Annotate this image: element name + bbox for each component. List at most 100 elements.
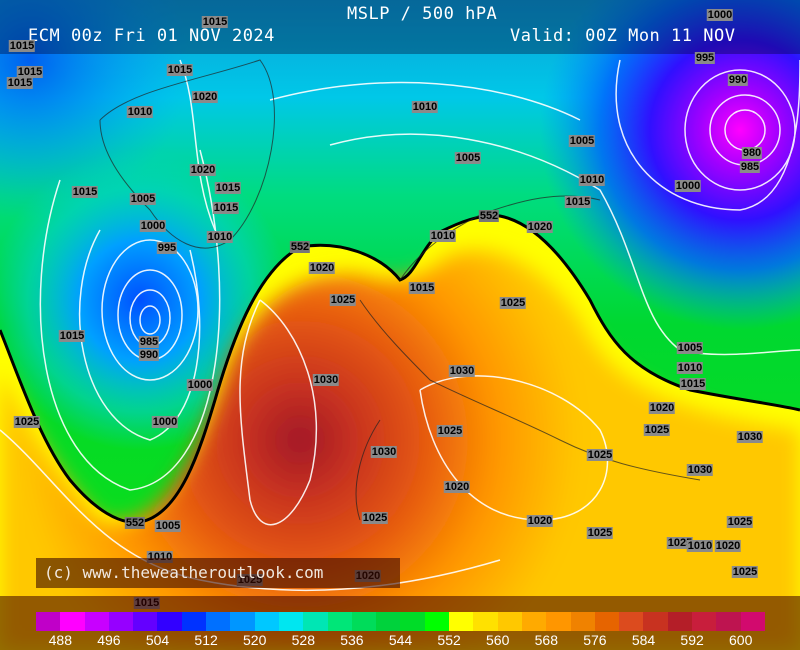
isobar-label: 1000 [186, 379, 214, 391]
isobar-label: 1000 [151, 416, 179, 428]
colorbar-segment [716, 612, 741, 631]
colorbar-segment [619, 612, 644, 631]
colorbar-label: 552 [437, 632, 461, 648]
isobar-label: 1020 [526, 515, 554, 527]
isobar-label: 1025 [586, 527, 614, 539]
colorbar-segment [36, 612, 61, 631]
colorbar-label: 520 [243, 632, 267, 648]
isobar-label: 995 [156, 242, 178, 254]
colorbar-segment [157, 612, 182, 631]
colorbar-segment [570, 612, 595, 631]
isobar-label: 1020 [714, 540, 742, 552]
colorbar-segment [643, 612, 668, 631]
isobar-label: 1025 [436, 425, 464, 437]
isobar-label: 1015 [564, 196, 592, 208]
isobar-label: 1025 [643, 424, 671, 436]
colorbar-label: 536 [340, 632, 364, 648]
colorbar-segment [303, 612, 328, 631]
colorbar-label: 584 [631, 632, 656, 648]
isobar-label: 990 [138, 349, 160, 361]
copyright-banner: (c) www.theweatheroutlook.com [36, 558, 400, 588]
isobar-label: 1025 [499, 297, 527, 309]
isobar-label: 1030 [448, 365, 476, 377]
isobar-label: 552 [478, 210, 500, 222]
colorbar-segment [108, 612, 134, 631]
colorbar-label: 528 [291, 632, 315, 648]
isobar-label: 1020 [526, 221, 554, 233]
isobar-label: 1025 [361, 512, 389, 524]
isobar-label: 1020 [648, 402, 676, 414]
colorbar-segment [230, 612, 255, 631]
isobar-label: 1025 [13, 416, 41, 428]
colorbar-label: 504 [145, 632, 170, 648]
colorbar-segment [473, 612, 498, 631]
colorbar-label: 560 [486, 632, 510, 648]
isobar-label: 1025 [731, 566, 759, 578]
isobar-label: 1010 [686, 540, 714, 552]
colorbar-label: 592 [680, 632, 704, 648]
isobar-label: 1010 [206, 231, 234, 243]
colorbar-label: 600 [729, 632, 753, 648]
isobar-label: 1010 [411, 101, 439, 113]
isobar-label: 1015 [166, 64, 194, 76]
model-run: ECM 00z Fri 01 NOV 2024 [28, 26, 275, 46]
colorbar-segment [424, 612, 450, 631]
colorbar-segment [206, 612, 231, 631]
colorbar-segment [497, 612, 522, 631]
isobar-label: 1010 [126, 106, 154, 118]
colorbar-segment [546, 612, 571, 631]
colorbar-segment [278, 612, 304, 631]
isobar-label: 1015 [8, 40, 36, 52]
isobar-label: 1015 [201, 16, 229, 28]
isobar-label: 1010 [578, 174, 606, 186]
isobar-label: 980 [741, 147, 763, 159]
isobar-label: 1015 [6, 77, 34, 89]
isobar-label: 1000 [706, 9, 734, 21]
colorbar-segment [254, 612, 279, 631]
isobar-label: 1030 [312, 374, 340, 386]
colorbar [36, 612, 765, 631]
isobar-label: 1000 [139, 220, 167, 232]
isobar-label: 995 [694, 52, 716, 64]
colorbar-segment [60, 612, 85, 631]
isobar-label: 1010 [429, 230, 457, 242]
isobar-label: 1005 [676, 342, 704, 354]
isobar-label: 1015 [679, 378, 707, 390]
weather-map: MSLP / 500 hPA ECM 00z Fri 01 NOV 2024 V… [0, 0, 800, 650]
colorbar-segment [594, 612, 620, 631]
isobar-label: 985 [138, 336, 160, 348]
isobar-label: 1005 [154, 520, 182, 532]
isobar-label: 1020 [191, 91, 219, 103]
colorbar-label: 496 [97, 632, 121, 648]
colorbar-segment [327, 612, 352, 631]
isobar-label: 1015 [214, 182, 242, 194]
colorbar-segment [133, 612, 158, 631]
colorbar-segment [521, 612, 547, 631]
isobar-label: 1025 [726, 516, 754, 528]
isobar-label: 1005 [568, 135, 596, 147]
colorbar-label: 544 [388, 632, 413, 648]
isobar-label: 990 [727, 74, 749, 86]
isobar-label: 1015 [212, 202, 240, 214]
colorbar-segment [351, 612, 377, 631]
isobar-label: 1030 [686, 464, 714, 476]
isobar-label: 1015 [408, 282, 436, 294]
isobar-label: 1030 [736, 431, 764, 443]
colorbar-label: 512 [194, 632, 218, 648]
colorbar-segment [84, 612, 109, 631]
colorbar-segment [449, 612, 474, 631]
map-canvas [0, 0, 800, 650]
colorbar-segment [692, 612, 717, 631]
chart-title: MSLP / 500 hPA [347, 4, 498, 24]
isobar-label: 552 [289, 241, 311, 253]
colorbar-segment [740, 612, 765, 631]
isobar-label: 1015 [58, 330, 86, 342]
colorbar-segment [376, 612, 401, 631]
isobar-label: 1000 [674, 180, 702, 192]
isobar-label: 1020 [308, 262, 336, 274]
isobar-label: 1020 [443, 481, 471, 493]
isobar-label: 1020 [189, 164, 217, 176]
isobar-label: 552 [124, 517, 146, 529]
colorbar-label: 488 [48, 632, 72, 648]
colorbar-label: 568 [534, 632, 558, 648]
